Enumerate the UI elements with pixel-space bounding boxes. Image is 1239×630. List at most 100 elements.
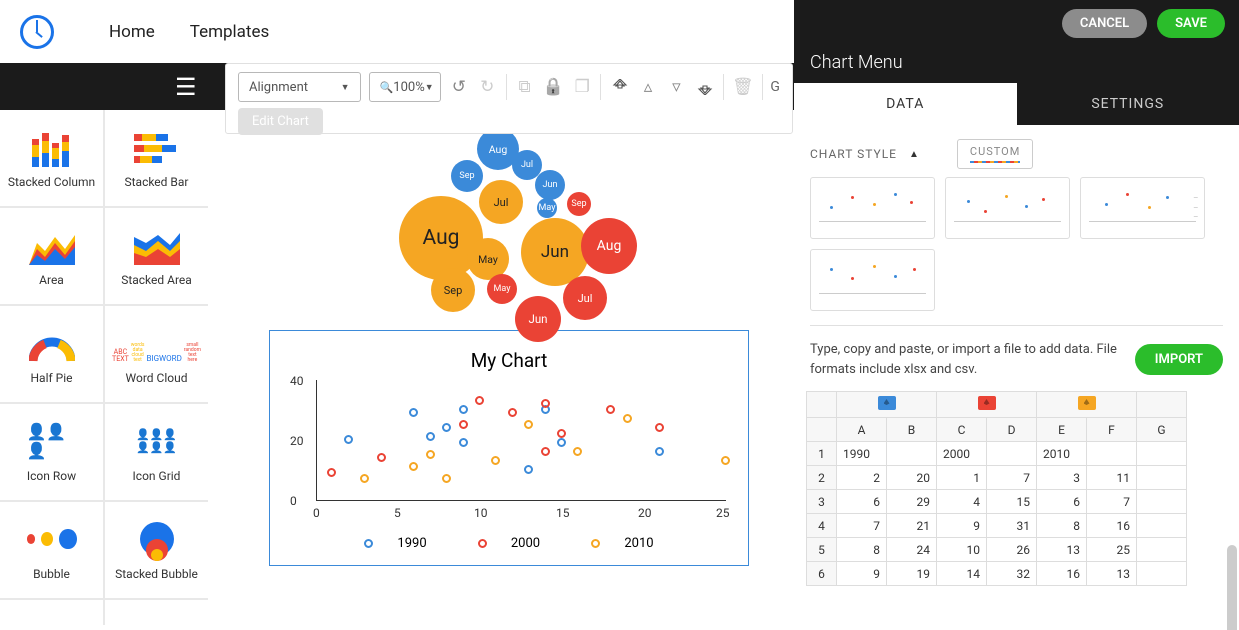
gallery-icon-row[interactable]: 👤👤👤 Icon Row (0, 404, 103, 500)
grid-cell[interactable]: 7 (837, 514, 887, 538)
grid-cell[interactable]: 6 (837, 490, 887, 514)
grid-cell[interactable] (1137, 442, 1187, 466)
grid-cell[interactable] (887, 442, 937, 466)
grid-cell[interactable]: 15 (987, 490, 1037, 514)
grid-cell[interactable]: 2 (837, 466, 887, 490)
style-preset[interactable] (810, 249, 935, 311)
undo-icon[interactable] (449, 75, 469, 99)
edit-chart-button[interactable]: Edit Chart (238, 108, 323, 135)
grid-cell[interactable]: 32 (987, 562, 1037, 586)
grid-cell[interactable]: 13 (1087, 562, 1137, 586)
col-header[interactable]: D (987, 418, 1037, 442)
grid-cell[interactable] (1137, 490, 1187, 514)
gallery-stacked-area[interactable]: Stacked Area (105, 208, 208, 304)
col-header[interactable]: A (837, 418, 887, 442)
grid-cell[interactable]: 1990 (837, 442, 887, 466)
grid-cell[interactable]: 29 (887, 490, 937, 514)
grid-cell[interactable]: 25 (1087, 538, 1137, 562)
grid-cell[interactable]: 11 (1087, 466, 1137, 490)
gallery-half-pie[interactable]: Half Pie (0, 306, 103, 402)
grid-cell[interactable]: 9 (837, 562, 887, 586)
style-preset[interactable] (810, 177, 935, 239)
data-grid[interactable]: A B C D E F G 1199020002010 222017311362… (806, 391, 1187, 586)
scatter-plot: 40 20 0 0 5 10 15 20 25 (316, 380, 746, 520)
grid-cell[interactable]: 9 (937, 514, 987, 538)
gallery-label: Icon Grid (133, 469, 181, 483)
copy-icon[interactable] (514, 75, 534, 99)
tab-data[interactable]: DATA (794, 83, 1017, 125)
grid-cell[interactable]: 8 (1037, 514, 1087, 538)
grid-cell[interactable]: 24 (887, 538, 937, 562)
gallery-area[interactable]: Area (0, 208, 103, 304)
lock-icon[interactable] (543, 75, 564, 99)
data-point (459, 420, 468, 429)
grid-cell[interactable]: 19 (887, 562, 937, 586)
grid-cell[interactable]: 31 (987, 514, 1037, 538)
bring-front-icon[interactable] (609, 75, 629, 99)
style-preset[interactable]: ——— (1080, 177, 1205, 239)
grid-cell[interactable] (1087, 442, 1137, 466)
gallery-stacked-column[interactable]: Stacked Column (0, 110, 103, 206)
panel-scrollbar[interactable] (1227, 545, 1237, 630)
gallery-stacked-bubble[interactable]: Stacked Bubble (105, 502, 208, 598)
col-header[interactable]: B (887, 418, 937, 442)
bubble-chart[interactable]: AugJulSepJunMaySepJulAugJunAugMaySepMayJ… (225, 110, 793, 330)
nav-templates[interactable]: Templates (190, 22, 270, 42)
nav-home[interactable]: Home (109, 22, 155, 42)
grid-cell[interactable] (1137, 538, 1187, 562)
x-tick: 25 (716, 506, 730, 520)
grid-cell[interactable]: 7 (987, 466, 1037, 490)
bring-forward-icon[interactable] (638, 75, 658, 99)
redo-icon[interactable] (477, 75, 497, 99)
trash-icon[interactable] (732, 75, 754, 99)
alignment-dropdown[interactable]: Alignment ▼ (238, 72, 361, 102)
grid-cell[interactable] (1137, 514, 1187, 538)
gallery-item[interactable]: ⋯ (0, 600, 103, 625)
gallery-bubble[interactable]: Bubble (0, 502, 103, 598)
grid-cell[interactable] (1137, 466, 1187, 490)
grid-cell[interactable]: 6 (1037, 490, 1087, 514)
save-button[interactable]: SAVE (1157, 9, 1225, 38)
grid-cell[interactable]: 2010 (1037, 442, 1087, 466)
grid-cell[interactable]: 21 (887, 514, 937, 538)
grid-cell[interactable] (1137, 562, 1187, 586)
cancel-button[interactable]: CANCEL (1062, 9, 1147, 38)
canvas[interactable]: AugJulSepJunMaySepJulAugJunAugMaySepMayJ… (225, 110, 793, 625)
grid-cell[interactable]: 1 (937, 466, 987, 490)
collapse-icon[interactable]: ▲ (909, 149, 919, 160)
my-chart[interactable]: My Chart 40 20 0 0 5 10 15 20 25 1990 20… (269, 330, 749, 566)
grid-cell[interactable]: 2000 (937, 442, 987, 466)
style-preset[interactable] (945, 177, 1070, 239)
zoom-dropdown[interactable]: 🔍 100% ▼ (369, 72, 441, 102)
data-point (655, 423, 664, 432)
col-header[interactable]: C (937, 418, 987, 442)
col-header[interactable]: G (1137, 418, 1187, 442)
gallery-item[interactable] (105, 600, 208, 625)
tab-settings[interactable]: SETTINGS (1017, 83, 1239, 125)
data-point (409, 408, 418, 417)
send-back-icon[interactable] (695, 75, 715, 99)
custom-style-button[interactable]: CUSTOM (957, 139, 1033, 169)
gallery-icon-grid[interactable]: 👤👤👤👤👤👤 Icon Grid (105, 404, 208, 500)
grid-cell[interactable]: 4 (937, 490, 987, 514)
logo[interactable] (20, 15, 54, 49)
grid-cell[interactable]: 16 (1087, 514, 1137, 538)
grid-cell[interactable]: 10 (937, 538, 987, 562)
grid-cell[interactable] (987, 442, 1037, 466)
hamburger-icon[interactable]: ☰ (175, 75, 197, 99)
grid-cell[interactable]: 7 (1087, 490, 1137, 514)
grid-cell[interactable]: 20 (887, 466, 937, 490)
gallery-word-cloud[interactable]: ABC TEXT words data cloud text BIGWORD s… (105, 306, 208, 402)
col-header[interactable]: F (1087, 418, 1137, 442)
grid-cell[interactable]: 26 (987, 538, 1037, 562)
import-button[interactable]: IMPORT (1135, 344, 1223, 375)
grid-cell[interactable]: 16 (1037, 562, 1087, 586)
grid-cell[interactable]: 3 (1037, 466, 1087, 490)
grid-cell[interactable]: 13 (1037, 538, 1087, 562)
grid-cell[interactable]: 14 (937, 562, 987, 586)
col-header[interactable]: E (1037, 418, 1087, 442)
gallery-stacked-bar[interactable]: Stacked Bar (105, 110, 208, 206)
duplicate-icon[interactable] (572, 75, 592, 99)
grid-cell[interactable]: 8 (837, 538, 887, 562)
send-backward-icon[interactable] (666, 75, 686, 99)
